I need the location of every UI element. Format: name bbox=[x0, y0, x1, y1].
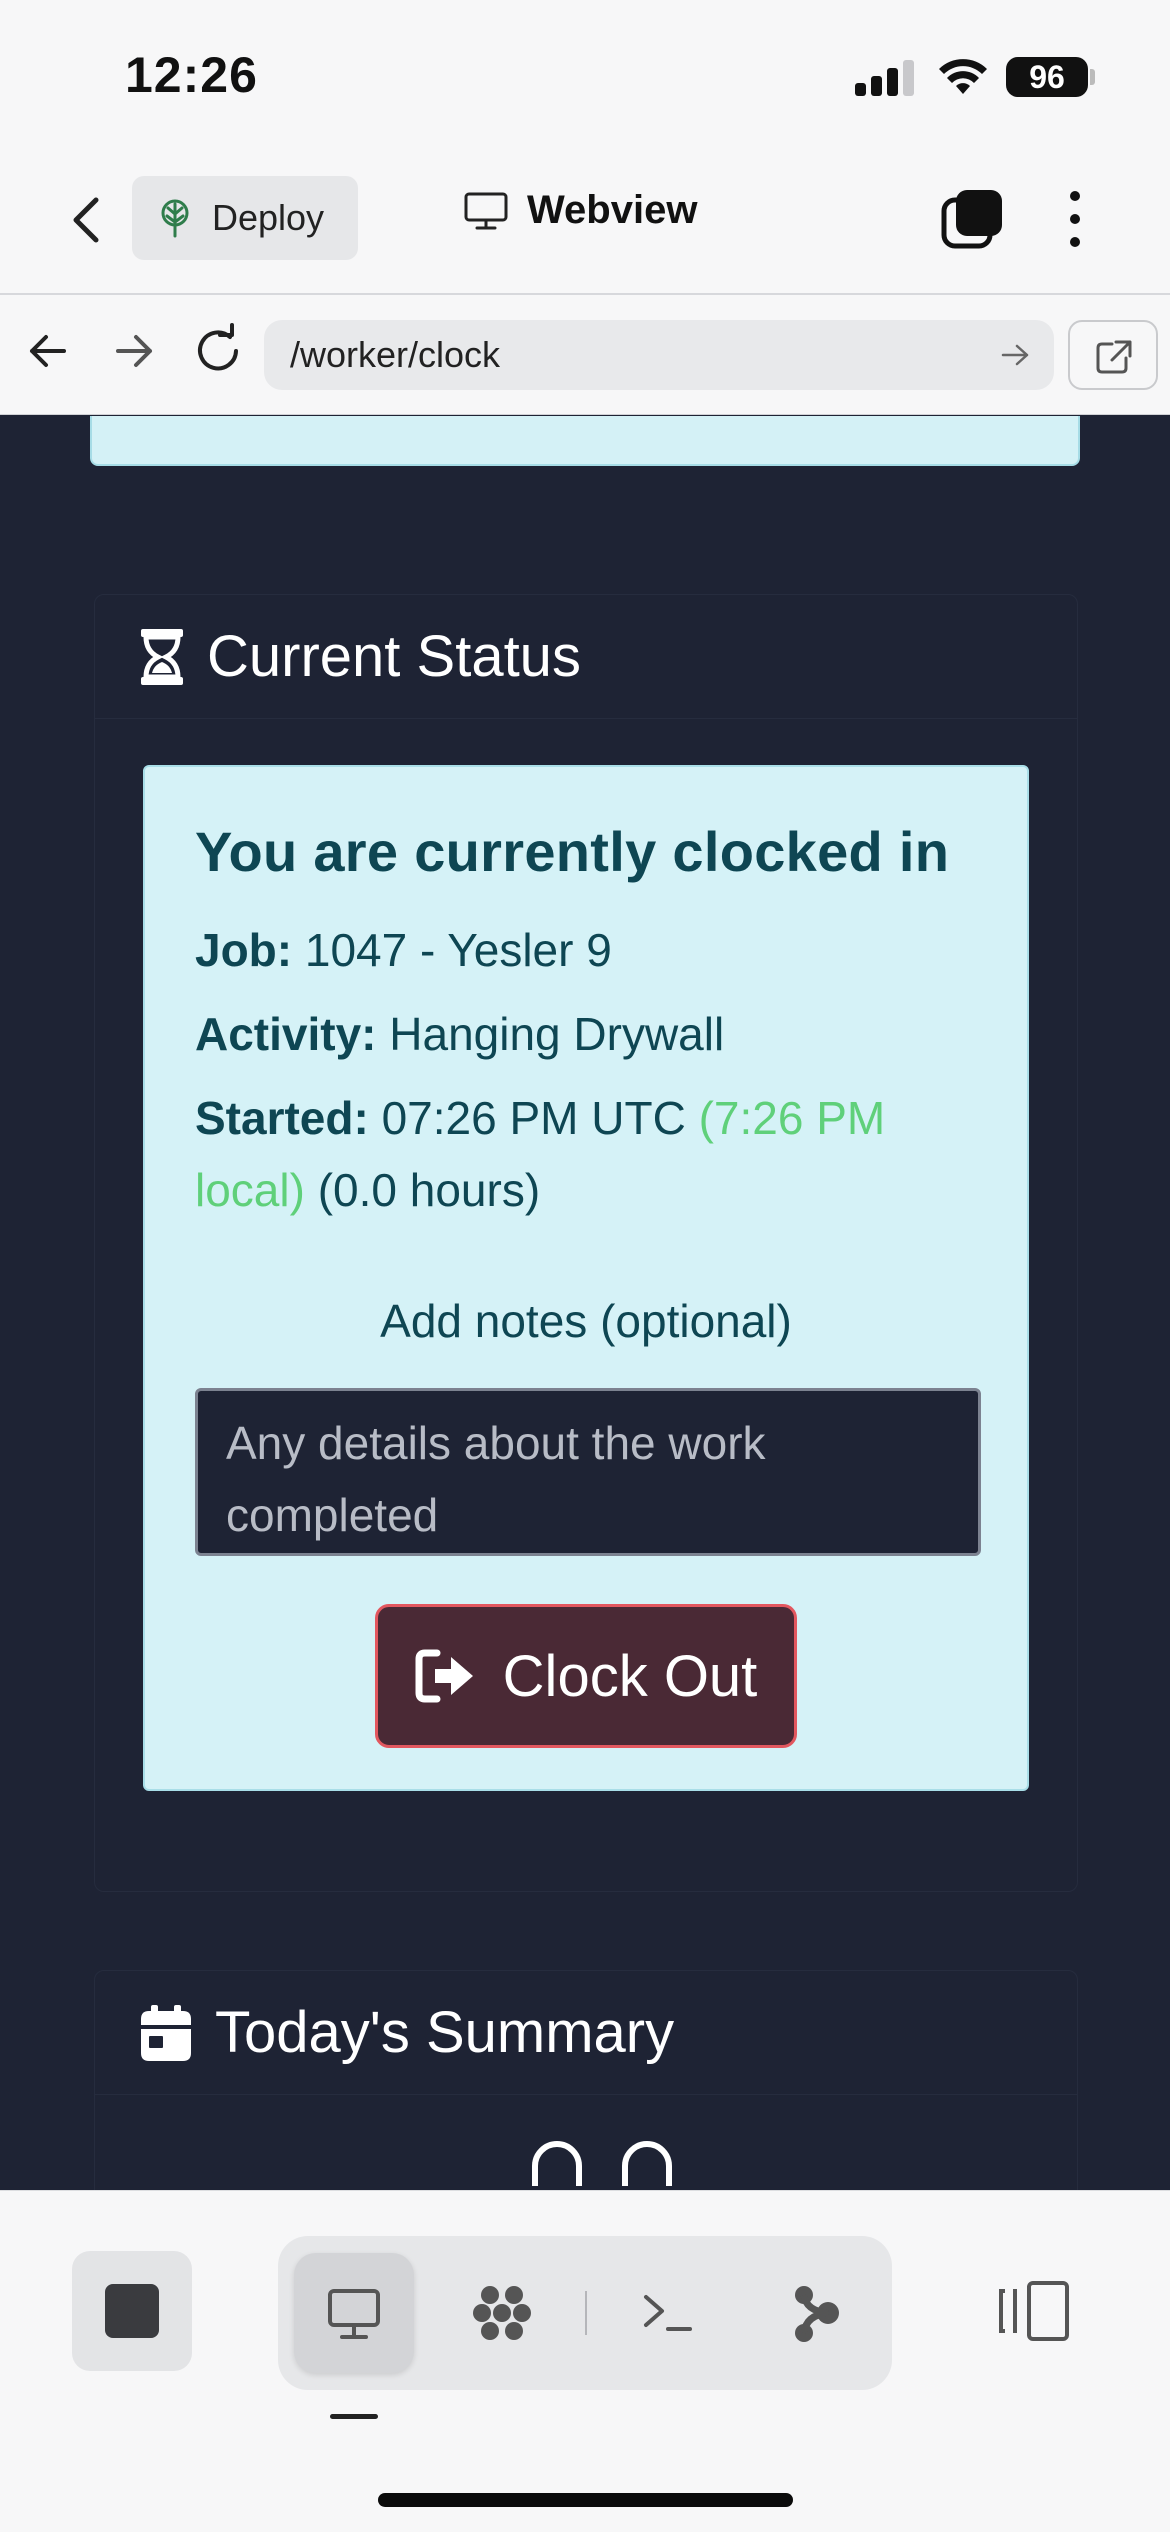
job-row: Job: 1047 - Yesler 9 bbox=[195, 914, 977, 986]
view-switcher bbox=[278, 2236, 892, 2390]
stop-button[interactable] bbox=[72, 2251, 192, 2371]
grid-icon bbox=[473, 2286, 531, 2340]
title-label: Webview bbox=[527, 188, 698, 232]
open-external-button[interactable] bbox=[1068, 320, 1158, 390]
job-value: 1047 - Yesler 9 bbox=[304, 924, 612, 976]
tab-grid[interactable] bbox=[442, 2253, 562, 2373]
tab-branch[interactable] bbox=[754, 2253, 874, 2373]
started-value: 07:26 PM UTC bbox=[381, 1092, 686, 1144]
job-label: Job: bbox=[195, 924, 293, 976]
current-status-header: Current Status bbox=[95, 595, 1077, 719]
started-hours: (0.0 hours) bbox=[317, 1164, 541, 1216]
todays-summary-header: Today's Summary bbox=[95, 1971, 1077, 2095]
activity-row: Activity: Hanging Drywall bbox=[195, 998, 977, 1070]
home-indicator[interactable] bbox=[378, 2493, 793, 2507]
current-status-card: Current Status You are currently clocked… bbox=[94, 594, 1078, 1892]
todays-summary-card: Today's Summary bbox=[94, 1970, 1078, 2190]
activity-label: Activity: bbox=[195, 1008, 377, 1060]
status-bar: 12:26 96 bbox=[0, 0, 1170, 150]
current-status-title: Current Status bbox=[207, 624, 581, 689]
sign-out-icon bbox=[415, 1649, 473, 1703]
stop-icon bbox=[105, 2284, 159, 2338]
deploy-button[interactable]: Deploy bbox=[132, 176, 358, 260]
side-panel-icon[interactable] bbox=[995, 2271, 1075, 2351]
battery-icon: 96 bbox=[1006, 57, 1088, 97]
terminal-icon bbox=[644, 2295, 692, 2331]
open-external-icon bbox=[1096, 340, 1132, 374]
segment-divider bbox=[585, 2291, 587, 2335]
clock-out-label: Clock Out bbox=[502, 1643, 758, 1709]
started-row: Started: 07:26 PM UTC (7:26 PM local) (0… bbox=[195, 1082, 977, 1226]
page-title: Webview bbox=[463, 188, 697, 233]
summary-value-partial bbox=[532, 2141, 672, 2186]
calendar-icon bbox=[141, 2004, 191, 2061]
signal-icon bbox=[855, 60, 917, 96]
deploy-label: Deploy bbox=[212, 197, 325, 238]
clock-out-button[interactable]: Clock Out bbox=[375, 1604, 797, 1748]
monitor-icon bbox=[328, 2289, 380, 2339]
activity-value: Hanging Drywall bbox=[389, 1008, 725, 1060]
arrow-left-icon[interactable] bbox=[22, 325, 74, 377]
wifi-icon bbox=[939, 59, 987, 94]
tab-webview[interactable] bbox=[294, 2253, 414, 2373]
reload-icon[interactable] bbox=[190, 323, 246, 379]
status-time: 12:26 bbox=[125, 47, 258, 103]
url-text: /worker/clock bbox=[290, 334, 501, 375]
started-label: Started: bbox=[195, 1092, 369, 1144]
notes-label: Add notes (optional) bbox=[380, 1295, 792, 1347]
browser-toolbar: /worker/clock bbox=[0, 295, 1170, 415]
url-input[interactable]: /worker/clock bbox=[264, 320, 1054, 390]
go-arrow-icon[interactable] bbox=[998, 338, 1032, 372]
previous-alert bbox=[90, 416, 1080, 466]
web-content: Current Status You are currently clocked… bbox=[0, 416, 1170, 2190]
tab-terminal[interactable] bbox=[608, 2253, 728, 2373]
branch-icon bbox=[795, 2286, 839, 2342]
bottom-toolbar bbox=[0, 2190, 1170, 2532]
todays-summary-title: Today's Summary bbox=[215, 2000, 675, 2065]
monitor-icon bbox=[464, 192, 508, 229]
battery-level: 96 bbox=[1029, 59, 1065, 95]
tabs-icon[interactable] bbox=[940, 186, 1006, 252]
notes-placeholder: Any details about the work completed bbox=[226, 1417, 766, 1541]
back-chevron-icon[interactable] bbox=[58, 190, 118, 250]
battery-nub bbox=[1090, 69, 1095, 85]
tree-icon bbox=[161, 199, 189, 238]
clocked-in-alert: You are currently clocked in Job: 1047 -… bbox=[143, 765, 1029, 1791]
app-header: Deploy Webview bbox=[0, 150, 1170, 295]
hourglass-icon bbox=[141, 628, 183, 685]
arrow-right-icon[interactable] bbox=[108, 325, 160, 377]
active-tab-indicator bbox=[330, 2414, 378, 2419]
alert-heading: You are currently clocked in bbox=[195, 820, 950, 883]
notes-textarea[interactable]: Any details about the work completed bbox=[195, 1388, 981, 1556]
more-vertical-icon[interactable] bbox=[1060, 186, 1090, 252]
